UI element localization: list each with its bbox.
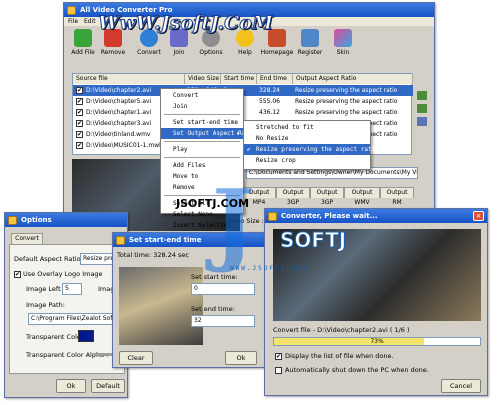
setstart-ok-button[interactable]: Ok	[225, 351, 257, 365]
start-time-input[interactable]: 0	[191, 283, 255, 295]
overlay-label: Use Overlay Logo Image	[23, 270, 103, 278]
row-aspect: Resize preserving the aspect ratio	[295, 109, 398, 116]
end-time-input[interactable]: 32	[191, 315, 255, 327]
progress-text: 73%	[370, 338, 384, 345]
menu-file[interactable]: File	[68, 18, 78, 25]
options-default-button[interactable]: Default	[91, 379, 125, 393]
row-checkbox[interactable]: ✔	[76, 120, 83, 127]
ctx-set-start-end[interactable]: Set start-end time	[161, 117, 243, 128]
image-path-input[interactable]: C:\Program Files\Zealot Software	[28, 313, 122, 325]
clear-button[interactable]: Clear	[119, 351, 153, 365]
ctx-set-output-aspect[interactable]: Set Output Aspect Ratio ▸	[161, 128, 256, 139]
row-checkbox[interactable]: ✔	[76, 131, 83, 138]
image-left-label: Image Left :	[26, 285, 65, 293]
row-aspect: Resize preserving the aspect ratio	[295, 87, 398, 94]
row-checkbox[interactable]: ✔	[76, 98, 83, 105]
col-start[interactable]: Start time	[221, 74, 257, 84]
row-checkbox[interactable]: ✔	[76, 142, 83, 149]
watermark-mid: JSOFTJ.COM	[176, 197, 250, 210]
converter-title-bar[interactable]: Converter, Please wait...	[265, 209, 487, 223]
add-file-button[interactable]: Add File	[68, 25, 98, 69]
col-end[interactable]: End time	[257, 74, 293, 84]
row-end: 436.12	[259, 109, 280, 116]
submenu-item[interactable]: Stretched to fit	[244, 122, 370, 133]
overlay-checkbox[interactable]: ✔	[14, 271, 21, 278]
add-file-icon	[74, 29, 92, 47]
move-up-icon[interactable]	[417, 91, 427, 100]
watermark-j-logo: J	[212, 170, 255, 276]
tab-convert[interactable]: Convert	[11, 233, 43, 244]
watermark-logo: SOFTJ	[279, 228, 347, 253]
move-top-icon[interactable]	[417, 117, 427, 126]
row-aspect: Resize preserving the aspect ratio	[295, 98, 398, 105]
tab-output-rm[interactable]: Output RM	[380, 187, 414, 206]
ctx-convert[interactable]: Convert	[161, 90, 243, 101]
row-checkbox[interactable]: ✔	[76, 87, 83, 94]
skin-button[interactable]: Skin	[328, 25, 358, 69]
progress-bar: 73%	[273, 337, 481, 346]
ctx-play[interactable]: Play	[161, 144, 243, 155]
row-end: 555.06	[259, 98, 280, 105]
app-icon	[67, 6, 76, 15]
convert-status: Convert file - D:\Video\chapter2.avi ( 1…	[273, 326, 410, 334]
image-path-label: Image Path:	[26, 301, 65, 309]
total-time-label: Total time: 328.24 sec	[117, 251, 189, 259]
submenu-item[interactable]: ✔ Resize preserving the aspect ratio	[244, 144, 379, 155]
options-title-bar[interactable]: Options	[5, 213, 127, 227]
tab-output-3g2[interactable]: Output 3GP	[310, 187, 344, 206]
register-icon	[301, 29, 319, 47]
options-ok-button[interactable]: Ok	[56, 379, 86, 393]
shutdown-label: Automatically shut down the PC when done…	[285, 366, 429, 374]
skin-icon	[334, 29, 352, 47]
tab-output-3gp[interactable]: Output 3GP	[276, 187, 310, 206]
ctx-join[interactable]: Join	[161, 101, 243, 112]
options-dialog: Options Convert Default Aspect Ratio : R…	[4, 212, 128, 398]
shutdown-checkbox[interactable]	[275, 367, 282, 374]
aspect-submenu: Stretched to fit No Resize ✔ Resize preserv…	[243, 120, 379, 170]
register-button[interactable]: Register	[294, 25, 326, 69]
end-time-label: Set end time:	[191, 305, 235, 313]
menu-edit[interactable]: Edit	[84, 18, 96, 25]
transparent-color-swatch[interactable]	[78, 330, 94, 342]
converter-cancel-button[interactable]: Cancel	[441, 379, 481, 393]
col-video-size[interactable]: Video Size	[185, 74, 221, 84]
check-icon: ✔	[247, 146, 251, 153]
watermark-dots: WWW.JSOFTJ.COM	[230, 265, 309, 272]
display-list-label: Display the list of file when done.	[285, 352, 394, 360]
col-aspect[interactable]: Output Aspect Ratio	[293, 74, 413, 84]
row-end: 328.24	[259, 87, 280, 94]
row-checkbox[interactable]: ✔	[76, 109, 83, 116]
options-panel: Default Aspect Ratio : Resize preserv ✔ …	[9, 244, 125, 374]
submenu-arrow-icon: ▸	[236, 130, 240, 137]
ctx-separator	[164, 114, 240, 115]
converter-close-icon[interactable]: ×	[473, 211, 484, 221]
submenu-item[interactable]: Resize crop	[244, 155, 370, 166]
default-aspect-label: Default Aspect Ratio :	[14, 255, 85, 263]
move-down-icon[interactable]	[417, 104, 427, 113]
display-list-checkbox[interactable]: ✔	[275, 353, 282, 360]
image-left-input[interactable]: 5	[62, 283, 82, 295]
col-source[interactable]: Source file	[73, 74, 185, 84]
tab-output-wmv[interactable]: Output WMV	[344, 187, 380, 206]
watermark-top: WwW.JsoftJ.CoM	[98, 12, 274, 35]
submenu-item[interactable]: No Resize	[244, 133, 370, 144]
